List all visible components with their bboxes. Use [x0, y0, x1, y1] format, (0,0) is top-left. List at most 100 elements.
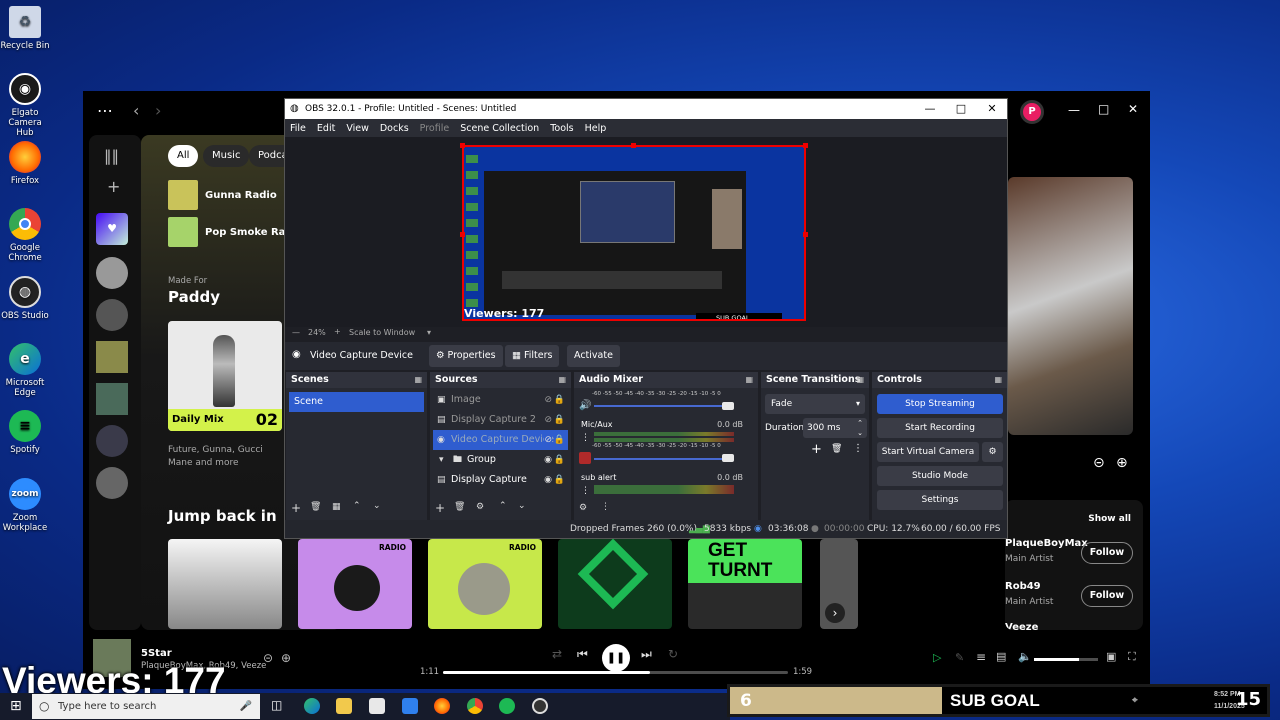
resize-handle[interactable]	[460, 143, 465, 148]
lock-icon[interactable]: 🔒	[554, 450, 565, 470]
minimize-icon[interactable]: —	[1068, 103, 1080, 117]
album-card[interactable]: ›	[820, 539, 858, 629]
add-source-icon[interactable]: +	[435, 501, 445, 515]
taskbar-store-icon[interactable]	[369, 698, 385, 714]
more-options-icon[interactable]: ⋯	[97, 101, 113, 120]
zoom-out-icon[interactable]: ⊝	[1093, 455, 1105, 471]
desktop-icon-obs[interactable]: ◍ OBS Studio	[0, 276, 50, 321]
mixer-menu-icon[interactable]: ⋮	[601, 502, 610, 512]
progress-bar[interactable]	[443, 671, 788, 674]
remove-source-icon[interactable]: 🗑	[454, 502, 465, 512]
menu-help[interactable]: Help	[585, 123, 607, 134]
library-artist-avatar[interactable]	[96, 257, 128, 289]
album-card[interactable]	[168, 539, 282, 629]
add-scene-icon[interactable]: +	[291, 501, 301, 515]
radio-item-pop-smoke[interactable]: Pop Smoke Radio	[168, 217, 303, 247]
network-icon[interactable]: ⌖	[1132, 687, 1138, 714]
source-properties-icon[interactable]: ⚙	[476, 502, 484, 512]
library-artist-avatar[interactable]	[96, 299, 128, 331]
resize-handle[interactable]	[803, 232, 808, 237]
resize-handle[interactable]	[803, 143, 808, 148]
properties-button[interactable]: ⚙ Properties	[429, 345, 503, 367]
forward-icon[interactable]: ›	[155, 101, 161, 120]
desktop-icon-recycle-bin[interactable]: ♻ Recycle Bin	[0, 6, 50, 51]
settings-button[interactable]: Settings	[877, 490, 1003, 510]
spin-down-icon[interactable]: ⌄	[857, 423, 863, 443]
library-playlist-tile[interactable]	[96, 383, 128, 415]
scale-dropdown-icon[interactable]: ▾	[427, 328, 431, 337]
repeat-icon[interactable]: ↻	[668, 647, 678, 661]
visibility-icon[interactable]: ◉	[544, 450, 552, 470]
volume-slider[interactable]	[1034, 658, 1098, 661]
shuffle-icon[interactable]: ⇄	[552, 647, 562, 661]
menu-scene-collection[interactable]: Scene Collection	[460, 123, 539, 134]
desktop-icon-elgato[interactable]: ◉ Elgato Camera Hub	[0, 73, 50, 138]
transition-select[interactable]: Fade ▾	[765, 394, 865, 414]
selected-source-bounds[interactable]: Viewers: 177 SUB GOAL	[462, 145, 806, 321]
filters-button[interactable]: ▦ Filters	[505, 345, 560, 367]
close-icon[interactable]: ✕	[1128, 102, 1138, 116]
volume-slider[interactable]	[594, 458, 734, 460]
taskbar-explorer-icon[interactable]	[336, 698, 352, 714]
desktop-icon-chrome[interactable]: Google Chrome	[0, 208, 50, 263]
source-item-group[interactable]: ▾ 🖿 Group ◉ 🔒	[433, 450, 568, 470]
credit-artist-name[interactable]: Rob49	[1005, 581, 1041, 592]
taskbar-obs-icon[interactable]	[532, 698, 548, 714]
channel-menu-icon[interactable]: ⋮	[581, 486, 590, 496]
radio-item-gunna[interactable]: Gunna Radio	[168, 180, 277, 210]
taskbar-mail-icon[interactable]	[402, 698, 418, 714]
source-item-display-capture-2[interactable]: ▤ Display Capture 2 ⊘ 🔒	[433, 410, 568, 430]
dock-popout-icon[interactable]: ▦	[994, 372, 1002, 388]
muted-speaker-icon[interactable]	[579, 452, 591, 464]
filter-all[interactable]: All	[168, 145, 199, 167]
advanced-audio-icon[interactable]: ⚙	[579, 503, 587, 513]
source-item-display-capture[interactable]: ▤ Display Capture ◉ 🔒	[433, 470, 568, 490]
add-icon[interactable]: +	[107, 177, 120, 196]
add-icon[interactable]: ⊕	[281, 651, 291, 665]
library-icon[interactable]: ‖‖	[104, 147, 119, 165]
stop-streaming-button[interactable]: Stop Streaming	[877, 394, 1003, 414]
menu-profile[interactable]: Profile	[420, 123, 450, 134]
track-title[interactable]: 5Star	[141, 648, 172, 659]
dock-popout-icon[interactable]: ▦	[558, 372, 566, 388]
menu-tools[interactable]: Tools	[550, 123, 573, 134]
start-icon[interactable]: ⊞	[10, 698, 22, 714]
volume-slider-knob[interactable]	[722, 454, 734, 462]
lock-icon[interactable]: 🔒	[554, 390, 565, 410]
dock-popout-icon[interactable]: ▦	[856, 372, 864, 388]
fullscreen-icon[interactable]: ⛶	[1128, 650, 1136, 664]
volume-slider-knob[interactable]	[722, 402, 734, 410]
playlist-card-get-turnt[interactable]: GET TURNT	[688, 539, 802, 629]
remove-icon[interactable]: ⊝	[263, 651, 273, 665]
source-item-video-capture[interactable]: ◉ Video Capture Device ⊘ 🔒	[433, 430, 568, 450]
taskbar-search[interactable]: ○ Type here to search 🎤	[32, 694, 260, 719]
minimize-icon[interactable]: —	[915, 99, 945, 119]
lock-icon[interactable]: 🔒	[554, 410, 565, 430]
volume-slider[interactable]	[594, 405, 734, 407]
menu-edit[interactable]: Edit	[317, 123, 335, 134]
library-playlist-tile[interactable]	[96, 341, 128, 373]
follow-button[interactable]: Follow	[1081, 542, 1133, 564]
move-down-icon[interactable]: ⌄	[518, 501, 526, 511]
resize-handle[interactable]	[460, 232, 465, 237]
taskbar-spotify-icon[interactable]	[499, 698, 515, 714]
desktop-icon-firefox[interactable]: Firefox	[0, 141, 50, 186]
playlist-card[interactable]	[558, 539, 672, 629]
volume-icon[interactable]: 🔈	[1018, 650, 1032, 663]
visibility-off-icon[interactable]: ⊘	[544, 390, 552, 410]
liked-songs-tile[interactable]: ♥	[96, 213, 128, 245]
connect-device-icon[interactable]: ▤	[996, 650, 1006, 663]
preview-canvas[interactable]: Viewers: 177 SUB GOAL	[285, 137, 1007, 327]
duration-spinbox[interactable]: 300 ms ⌃ ⌄	[803, 418, 867, 438]
scene-item[interactable]: Scene	[289, 392, 424, 412]
next-icon[interactable]: ⏭	[641, 647, 652, 662]
studio-mode-button[interactable]: Studio Mode	[877, 466, 1003, 486]
previous-icon[interactable]: ⏮	[577, 647, 588, 662]
show-all-link[interactable]: Show all	[1088, 514, 1131, 524]
menu-docks[interactable]: Docks	[380, 123, 409, 134]
remove-scene-icon[interactable]: 🗑	[310, 502, 321, 512]
lyrics-icon[interactable]: ✎	[955, 651, 964, 664]
activate-button[interactable]: Activate	[567, 345, 620, 367]
mini-player-icon[interactable]: ▣	[1106, 650, 1116, 663]
start-recording-button[interactable]: Start Recording	[877, 418, 1003, 438]
